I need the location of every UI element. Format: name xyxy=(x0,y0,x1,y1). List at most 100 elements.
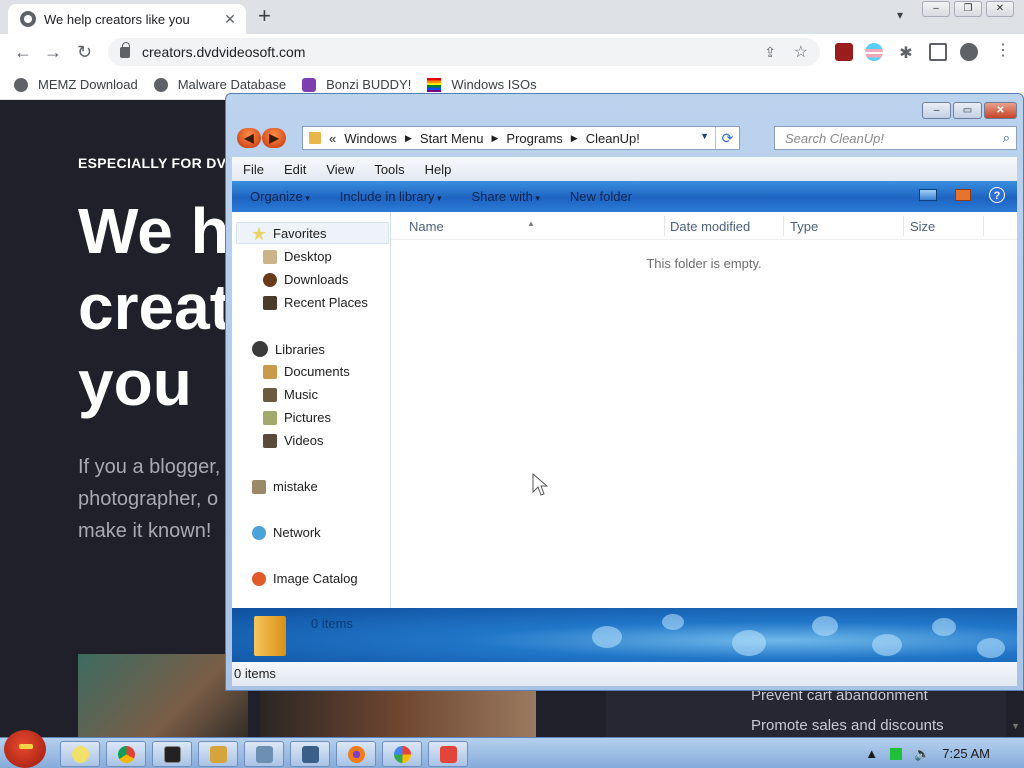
column-type[interactable]: Type xyxy=(790,219,818,234)
forward-arrow-icon[interactable]: → xyxy=(44,42,62,63)
extension-badge-icon[interactable] xyxy=(865,43,883,61)
column-divider[interactable] xyxy=(664,216,665,236)
column-date-modified[interactable]: Date modified xyxy=(670,219,750,234)
close-tab-icon[interactable]: ✕ xyxy=(222,11,238,28)
breadcrumb-cleanup[interactable]: CleanUp! xyxy=(586,131,640,146)
taskbar-firefox[interactable] xyxy=(336,741,376,767)
taskbar-app-2[interactable] xyxy=(244,741,284,767)
taskbar-google[interactable] xyxy=(382,741,422,767)
kebab-menu-icon[interactable]: ⋮ xyxy=(994,43,1012,61)
refresh-icon[interactable]: ⟳ xyxy=(715,127,739,149)
desktop-icon xyxy=(263,249,277,264)
nav-recent-places[interactable]: Recent Places xyxy=(263,295,368,310)
help-icon[interactable]: ? xyxy=(989,187,1005,203)
lock-icon[interactable] xyxy=(120,41,130,58)
nav-label: Downloads xyxy=(284,272,349,287)
chevron-right-icon[interactable]: ▶ xyxy=(571,133,578,144)
close-button[interactable]: ✕ xyxy=(984,102,1017,119)
decor-bubble xyxy=(932,618,956,636)
puzzle-icon[interactable]: ✱ xyxy=(897,43,915,62)
search-icon[interactable]: ⌕ xyxy=(1003,130,1010,146)
bookmark-star-icon[interactable]: ☆ xyxy=(794,42,808,62)
volume-icon[interactable]: 🔈 xyxy=(914,746,930,762)
taskbar-explorer[interactable] xyxy=(60,741,100,767)
breadcrumb-windows[interactable]: Windows xyxy=(344,131,397,146)
clock[interactable]: 7:25 AM xyxy=(942,746,990,761)
nav-mistake[interactable]: mistake xyxy=(252,479,318,494)
nav-documents[interactable]: Documents xyxy=(263,364,350,379)
address-bar[interactable]: creators.dvdvideosoft.com ⇪ ☆ xyxy=(108,38,820,66)
nav-image-catalog[interactable]: Image Catalog xyxy=(252,571,358,586)
address-breadcrumb[interactable]: « Windows ▶ Start Menu ▶ Programs ▶ Clea… xyxy=(302,126,740,150)
taskbar-chrome[interactable] xyxy=(106,741,146,767)
nav-label: Pictures xyxy=(284,410,331,425)
taskbar-downloader[interactable] xyxy=(428,741,468,767)
tab-active[interactable]: We help creators like you ✕ xyxy=(8,4,246,34)
breadcrumb-programs[interactable]: Programs xyxy=(506,131,562,146)
taskbar-app-3[interactable] xyxy=(290,741,330,767)
include-in-library-button[interactable]: Include in library xyxy=(340,189,442,204)
nav-libraries[interactable]: Libraries xyxy=(252,341,325,357)
chevron-right-icon[interactable]: ▶ xyxy=(492,133,499,144)
breadcrumb-start-menu[interactable]: Start Menu xyxy=(420,131,484,146)
studio-photo xyxy=(260,691,536,737)
preview-pane-icon[interactable] xyxy=(955,189,971,201)
menu-help[interactable]: Help xyxy=(425,162,452,177)
tab-search-chevron-icon[interactable]: ▾ xyxy=(897,8,903,22)
command-bar: Organize Include in library Share with N… xyxy=(232,181,1017,212)
scroll-down-arrow-icon[interactable]: ▼ xyxy=(1011,721,1020,731)
column-name[interactable]: Name xyxy=(409,219,444,234)
column-divider[interactable] xyxy=(983,216,984,236)
nav-desktop[interactable]: Desktop xyxy=(263,249,332,264)
column-divider[interactable] xyxy=(903,216,904,236)
menu-tools[interactable]: Tools xyxy=(374,162,404,177)
menu-edit[interactable]: Edit xyxy=(284,162,306,177)
side-panel-icon[interactable] xyxy=(929,43,947,61)
restore-button[interactable]: ❐ xyxy=(954,1,982,17)
share-icon[interactable]: ⇪ xyxy=(764,44,776,61)
taskbar-app-1[interactable] xyxy=(198,741,238,767)
forward-arrow-icon[interactable]: ▶ xyxy=(262,128,286,148)
nav-network[interactable]: Network xyxy=(252,525,321,540)
minimize-button[interactable]: – xyxy=(922,102,951,119)
nav-downloads[interactable]: Downloads xyxy=(263,272,348,287)
new-folder-button[interactable]: New folder xyxy=(570,189,632,204)
taskbar-cmd[interactable] xyxy=(152,741,192,767)
battery-icon[interactable] xyxy=(890,747,903,760)
minimize-button[interactable]: – xyxy=(922,1,950,17)
pictures-icon xyxy=(263,410,277,425)
close-window-button[interactable]: ✕ xyxy=(986,1,1014,17)
bookmark-memz[interactable]: MEMZ Download xyxy=(14,77,138,92)
new-tab-button[interactable]: + xyxy=(258,5,271,27)
search-input[interactable]: Search CleanUp! ⌕ xyxy=(774,126,1017,150)
explorer-window: – ▭ ✕ ◀ ▶ « Windows ▶ Start Menu ▶ Progr… xyxy=(225,93,1024,691)
column-size[interactable]: Size xyxy=(910,219,935,234)
reload-icon[interactable]: ↻ xyxy=(77,42,92,63)
page-heading: We h creat you xyxy=(78,193,231,421)
network-icon xyxy=(252,525,266,540)
organize-button[interactable]: Organize xyxy=(250,189,310,204)
start-button[interactable] xyxy=(4,730,46,768)
column-divider[interactable] xyxy=(783,216,784,236)
show-hidden-icons-icon[interactable]: ▲ xyxy=(865,746,878,761)
profile-avatar-icon[interactable] xyxy=(960,43,978,61)
maximize-button[interactable]: ▭ xyxy=(953,102,982,119)
nav-pictures[interactable]: Pictures xyxy=(263,410,331,425)
share-with-button[interactable]: Share with xyxy=(471,189,539,204)
address-dropdown-icon[interactable]: ▼ xyxy=(700,131,709,141)
nav-music[interactable]: Music xyxy=(263,387,318,402)
bookmark-windows-isos[interactable]: Windows ISOs xyxy=(427,77,537,92)
nav-videos[interactable]: Videos xyxy=(263,433,324,448)
bookmark-malware-database[interactable]: Malware Database xyxy=(153,77,286,92)
ublock-extension-icon[interactable] xyxy=(835,43,853,61)
chevron-right-icon[interactable]: ▶ xyxy=(405,133,412,144)
back-arrow-icon[interactable]: ◀ xyxy=(237,128,261,148)
feature-link[interactable]: Promote sales and discounts xyxy=(751,717,944,734)
menu-file[interactable]: File xyxy=(243,162,264,177)
breadcrumb-overflow[interactable]: « xyxy=(329,131,336,146)
back-arrow-icon[interactable]: ← xyxy=(14,42,32,63)
nav-favorites[interactable]: Favorites xyxy=(252,226,326,241)
bookmark-bonzi-buddy[interactable]: Bonzi BUDDY! xyxy=(302,77,411,92)
change-view-icon[interactable] xyxy=(919,189,937,201)
menu-view[interactable]: View xyxy=(326,162,354,177)
